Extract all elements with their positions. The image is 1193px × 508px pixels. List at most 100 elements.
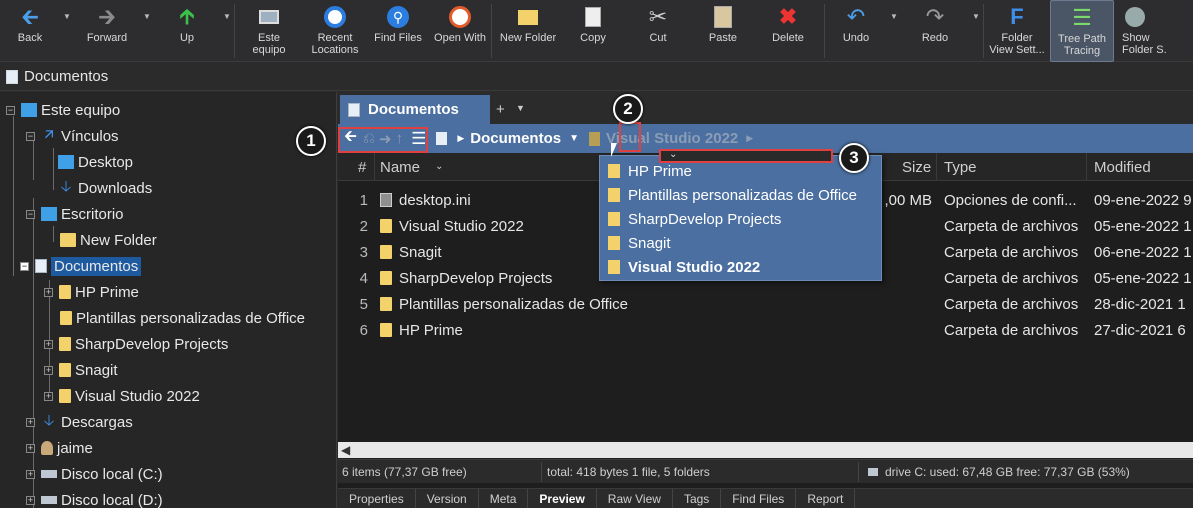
- paste-button[interactable]: Paste: [694, 0, 752, 62]
- search-icon: ⚲: [385, 4, 411, 30]
- table-row[interactable]: 5 Plantillas personalizadas de Office Ca…: [338, 291, 1193, 317]
- tree-path-tracing-button[interactable]: ☰ Tree Path Tracing: [1050, 0, 1114, 62]
- horizontal-scrollbar[interactable]: ◀: [338, 442, 1193, 458]
- folder-icon: [380, 245, 392, 259]
- collapse-toggle[interactable]: −: [20, 261, 29, 271]
- expand-toggle[interactable]: +: [26, 469, 35, 479]
- expand-toggle[interactable]: +: [44, 365, 53, 375]
- bottom-tabs: Properties Version Meta Preview Raw View…: [338, 488, 1193, 508]
- tab-version[interactable]: Version: [416, 489, 479, 508]
- folder-icon: [380, 219, 392, 233]
- open-with-button[interactable]: Open With: [429, 0, 491, 62]
- col-size[interactable]: Size: [902, 159, 931, 176]
- tree-line: [53, 148, 54, 190]
- back-button[interactable]: 🡰 Back: [0, 0, 60, 62]
- annotation-box-2: [619, 122, 641, 152]
- new-tab-button[interactable]: +: [496, 101, 505, 118]
- undo-dropdown[interactable]: ▼: [887, 0, 901, 62]
- chevron-down-icon[interactable]: ▼: [569, 133, 579, 144]
- tree-item-hp-prime[interactable]: + HP Prime: [44, 280, 139, 304]
- redo-dropdown[interactable]: ▼: [969, 0, 983, 62]
- tree-item-jaime[interactable]: + jaime: [26, 436, 93, 460]
- tree-item-disco-d[interactable]: + Disco local (D:): [26, 488, 163, 508]
- chevron-right-icon[interactable]: ▶: [457, 133, 464, 144]
- tab-raw-view[interactable]: Raw View: [597, 489, 673, 508]
- forward-button[interactable]: 🡲 Forward: [74, 0, 140, 62]
- tab-find-files[interactable]: Find Files: [721, 489, 797, 508]
- collapse-toggle[interactable]: −: [6, 105, 15, 115]
- tree-item-vinculos[interactable]: − 🡭 Vínculos: [26, 124, 119, 148]
- tree-item-desktop[interactable]: Desktop: [58, 150, 133, 174]
- cut-button[interactable]: ✂ Cut: [622, 0, 694, 62]
- tree-line: [53, 226, 54, 242]
- col-separator[interactable]: [374, 153, 375, 181]
- col-name[interactable]: Name: [380, 159, 420, 176]
- expand-toggle[interactable]: +: [44, 287, 53, 297]
- collapse-toggle[interactable]: −: [26, 209, 35, 219]
- menu-item-sharpdevelop[interactable]: SharpDevelop Projects: [600, 207, 881, 231]
- expand-toggle[interactable]: +: [44, 391, 53, 401]
- tree-item-sharpdevelop[interactable]: + SharpDevelop Projects: [44, 332, 228, 356]
- menu-item-visual-studio[interactable]: Visual Studio 2022: [600, 255, 881, 279]
- tree-item-plantillas[interactable]: Plantillas personalizadas de Office: [60, 306, 305, 330]
- table-row[interactable]: 6 HP Prime Carpeta de archivos 27-dic-20…: [338, 317, 1193, 343]
- expand-toggle[interactable]: +: [26, 417, 35, 427]
- redo-button[interactable]: ↷ Redo: [901, 0, 969, 62]
- col-separator[interactable]: [1086, 153, 1087, 181]
- up-button[interactable]: 🡱 Up: [154, 0, 220, 62]
- new-folder-button[interactable]: New Folder: [492, 0, 564, 62]
- copy-button[interactable]: Copy: [564, 0, 622, 62]
- up-dropdown[interactable]: ▼: [220, 0, 234, 62]
- tree-item-downloads[interactable]: 🡣 Downloads: [58, 176, 153, 200]
- document-icon: [436, 132, 448, 145]
- menu-item-plantillas[interactable]: Plantillas personalizadas de Office: [600, 183, 881, 207]
- recent-locations-button[interactable]: Recent Locations: [303, 0, 367, 62]
- tab-preview[interactable]: Preview: [528, 489, 597, 508]
- tab-properties[interactable]: Properties: [338, 489, 416, 508]
- tree-item-documentos[interactable]: − Documentos: [20, 254, 142, 278]
- delete-button[interactable]: ✖ Delete: [752, 0, 824, 62]
- status-bar: 6 items (77,37 GB free) total: 418 bytes…: [338, 459, 1193, 483]
- status-separator: [541, 462, 542, 482]
- desktop-icon: [41, 207, 57, 221]
- chevron-right-icon[interactable]: ▶: [746, 133, 753, 144]
- tree-item-descargas[interactable]: + 🡣 Descargas: [26, 410, 133, 434]
- tree-item-escritorio[interactable]: − Escritorio: [26, 202, 124, 226]
- expand-toggle[interactable]: +: [26, 443, 35, 453]
- back-arrow-icon: 🡰: [21, 4, 39, 29]
- sort-chevron-icon[interactable]: ⌄: [435, 161, 443, 172]
- back-dropdown[interactable]: ▼: [60, 0, 74, 62]
- tree-item-disco-c[interactable]: + Disco local (C:): [26, 462, 163, 486]
- tab-report[interactable]: Report: [796, 489, 856, 508]
- scroll-left-icon[interactable]: ◀: [341, 443, 350, 457]
- col-modified[interactable]: Modified: [1094, 159, 1151, 176]
- address-bar[interactable]: Documentos: [0, 63, 1193, 91]
- tab-list-dropdown[interactable]: ▼: [516, 103, 525, 113]
- tree-item-visual-studio[interactable]: + Visual Studio 2022: [44, 384, 200, 408]
- este-equipo-button[interactable]: Este equipo: [235, 0, 303, 62]
- tab-tags[interactable]: Tags: [673, 489, 722, 508]
- folder-icon: [59, 363, 71, 377]
- folder-view-settings-button[interactable]: F Folder View Sett...: [984, 0, 1050, 62]
- col-num[interactable]: #: [358, 159, 366, 176]
- tab-documentos[interactable]: Documentos: [340, 95, 490, 124]
- folder-icon: [59, 285, 71, 299]
- find-files-button[interactable]: ⚲ Find Files: [367, 0, 429, 62]
- show-folder-sizes-button[interactable]: Show Folder S...: [1114, 0, 1166, 62]
- col-separator[interactable]: [936, 153, 937, 181]
- tab-meta[interactable]: Meta: [479, 489, 529, 508]
- tree-item-snagit[interactable]: + Snagit: [44, 358, 118, 382]
- tree-item-este-equipo[interactable]: − Este equipo: [6, 98, 120, 122]
- document-icon: [348, 102, 360, 117]
- expand-toggle[interactable]: +: [44, 339, 53, 349]
- breadcrumb-documentos[interactable]: Documentos: [470, 130, 561, 147]
- tree-item-new-folder[interactable]: New Folder: [60, 228, 157, 252]
- col-type[interactable]: Type: [944, 159, 977, 176]
- undo-button[interactable]: ↶ Undo: [825, 0, 887, 62]
- annotation-marker-3: 3: [839, 143, 869, 173]
- collapse-toggle[interactable]: −: [26, 131, 35, 141]
- expand-toggle[interactable]: +: [26, 495, 35, 505]
- forward-dropdown[interactable]: ▼: [140, 0, 154, 62]
- menu-item-snagit[interactable]: Snagit: [600, 231, 881, 255]
- folder-icon: [608, 260, 620, 274]
